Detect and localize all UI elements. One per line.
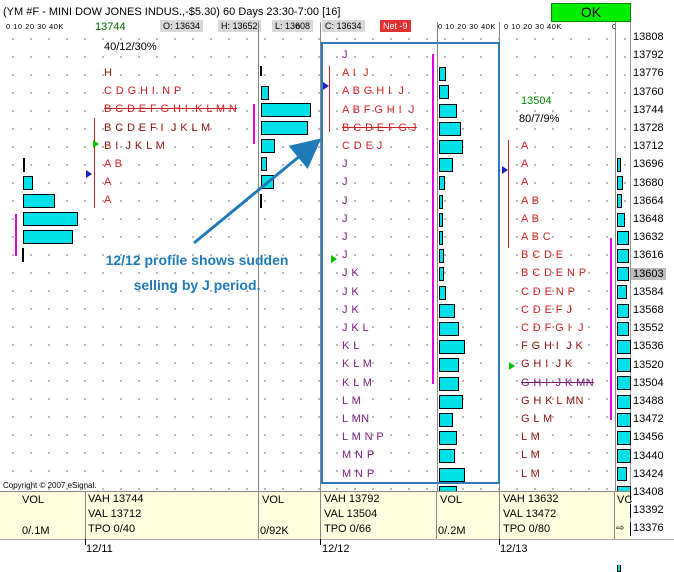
vol-value: 0/92K <box>260 525 289 537</box>
vah-value: VAH 13792 <box>324 493 380 505</box>
panel-separator <box>258 491 259 539</box>
vol-label: VOL <box>262 494 285 506</box>
vol-label: VOL <box>440 494 463 506</box>
panel-separator <box>614 491 615 539</box>
vol-label: VOL <box>22 494 45 506</box>
tpo-value: TPO 0/40 <box>88 523 136 535</box>
annotation-line-2: selling by J period. <box>133 277 261 293</box>
tpo-value: TPO 0/66 <box>324 523 372 535</box>
vol-label: VC <box>617 494 633 506</box>
panel-separator <box>85 491 86 539</box>
val-value: VAL 13504 <box>324 508 378 520</box>
date-label: 12/12 <box>322 543 350 555</box>
vol-value: 0/.2M <box>438 525 466 537</box>
panel-separator <box>320 491 321 539</box>
date-label: 12/13 <box>500 543 528 555</box>
panel-separator <box>436 491 437 539</box>
vah-value: VAH 13632 <box>503 493 559 505</box>
panel-separator <box>499 491 500 539</box>
scroll-right-icon[interactable]: ⇨ <box>616 523 624 534</box>
vol-value: 0/.1M <box>22 525 50 537</box>
tpo-value: TPO 0/80 <box>503 523 551 535</box>
vah-value: VAH 13744 <box>88 493 144 505</box>
annotation-line-1: 12/12 profile shows sudden <box>105 252 289 268</box>
date-label: 12/11 <box>86 543 113 555</box>
date-tick <box>320 539 321 545</box>
copyright: Copyright © 2007 eSignal. <box>3 481 97 490</box>
val-value: VAL 13472 <box>503 508 557 520</box>
val-value: VAL 13712 <box>88 508 142 520</box>
